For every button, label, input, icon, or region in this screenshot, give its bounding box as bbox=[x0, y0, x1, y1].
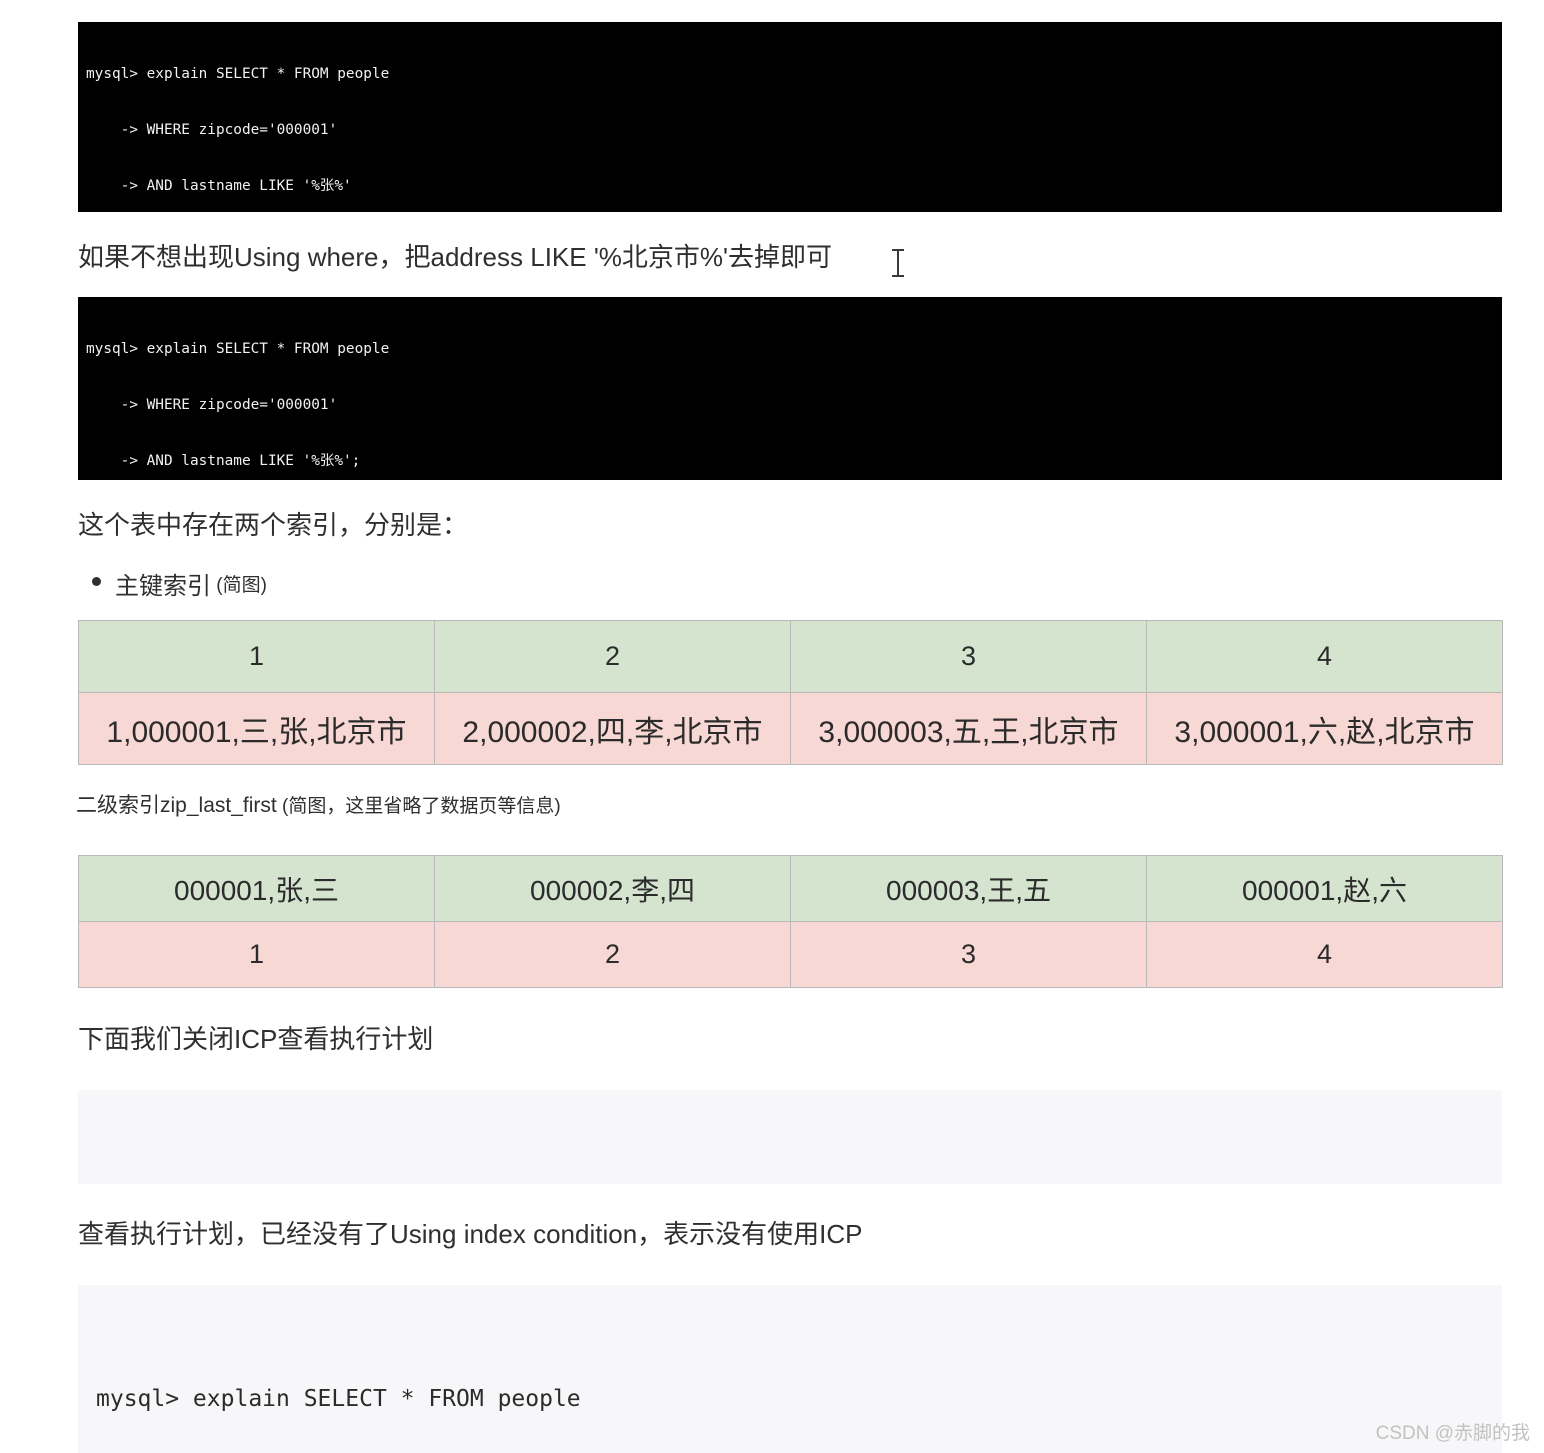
table-header-cell: 3 bbox=[790, 620, 1147, 693]
table-header-cell: 2 bbox=[434, 620, 791, 693]
caption-main: 二级索引zip_last_first bbox=[76, 794, 277, 817]
paragraph-remove-address-like: 如果不想出现Using where，把address LIKE '%北京市%'去… bbox=[78, 242, 832, 272]
table-cell: 3,000003,五,王,北京市 bbox=[790, 692, 1147, 765]
list-item-primary-key-index: 主键索引 (简图) bbox=[92, 566, 267, 601]
table-header-cell: 1 bbox=[78, 620, 435, 693]
paragraph-two-indexes: 这个表中存在两个索引，分别是： bbox=[78, 510, 469, 540]
terminal-line: -> AND lastname LIKE '%张%'; bbox=[86, 452, 361, 469]
table-cell: 3,000001,六,赵,北京市 bbox=[1146, 692, 1503, 765]
table-cell: 2,000002,四,李,北京市 bbox=[434, 692, 791, 765]
terminal-output-explain-without-address: mysql> explain SELECT * FROM people -> W… bbox=[78, 297, 1502, 480]
table-header-cell: 000001,张,三 bbox=[78, 855, 435, 922]
terminal-line: -> WHERE zipcode='000001' bbox=[86, 396, 338, 413]
code-block-explain-icp-off: mysql> explain SELECT * FROM people WHER… bbox=[78, 1285, 1502, 1453]
table-cell: 1,000001,三,张,北京市 bbox=[78, 692, 435, 765]
text-cursor-icon bbox=[892, 249, 904, 277]
paragraph-no-icp: 查看执行计划，已经没有了Using index condition，表示没有使用… bbox=[78, 1219, 863, 1249]
table-row: 1 2 3 4 bbox=[78, 921, 1503, 988]
table-cell: 3 bbox=[790, 921, 1147, 988]
table-header-cell: 000003,王,五 bbox=[790, 855, 1147, 922]
terminal-line: mysql> explain SELECT * FROM people bbox=[86, 341, 390, 358]
table-header-cell: 000002,李,四 bbox=[434, 855, 791, 922]
caption-secondary-index: 二级索引zip_last_first (简图，这里省略了数据页等信息) bbox=[76, 792, 561, 821]
table-row: 1,000001,三,张,北京市 2,000002,四,李,北京市 3,0000… bbox=[78, 692, 1503, 765]
table-cell: 4 bbox=[1146, 921, 1503, 988]
table-cell: 2 bbox=[434, 921, 791, 988]
terminal-line: -> AND lastname LIKE '%张%' bbox=[86, 177, 352, 194]
code-line: mysql> explain SELECT * FROM people bbox=[96, 1386, 581, 1412]
terminal-line: -> WHERE zipcode='000001' bbox=[86, 121, 338, 138]
code-block-set-optimizer-switch: mysql> SET optimizer_switch = 'index_con… bbox=[78, 1090, 1502, 1184]
table-header-cell: 4 bbox=[1146, 620, 1503, 693]
caption-sub: (简图，这里省略了数据页等信息) bbox=[276, 796, 561, 817]
terminal-output-explain-with-address: mysql> explain SELECT * FROM people -> W… bbox=[78, 22, 1502, 212]
primary-index-table: 1 2 3 4 1,000001,三,张,北京市 2,000002,四,李,北京… bbox=[78, 620, 1503, 765]
secondary-index-table: 000001,张,三 000002,李,四 000003,王,五 000001,… bbox=[78, 855, 1503, 988]
bullet-dot-icon bbox=[92, 577, 101, 586]
table-cell: 1 bbox=[78, 921, 435, 988]
table-row: 1 2 3 4 bbox=[78, 620, 1503, 693]
terminal-line: mysql> explain SELECT * FROM people bbox=[86, 66, 390, 83]
list-item-label: 主键索引 bbox=[115, 573, 211, 600]
watermark-csdn: CSDN @赤脚的我 bbox=[1375, 1423, 1530, 1444]
list-item-sublabel: (简图) bbox=[211, 575, 267, 596]
table-row: 000001,张,三 000002,李,四 000003,王,五 000001,… bbox=[78, 855, 1503, 922]
paragraph-close-icp: 下面我们关闭ICP查看执行计划 bbox=[78, 1024, 434, 1054]
table-header-cell: 000001,赵,六 bbox=[1146, 855, 1503, 922]
